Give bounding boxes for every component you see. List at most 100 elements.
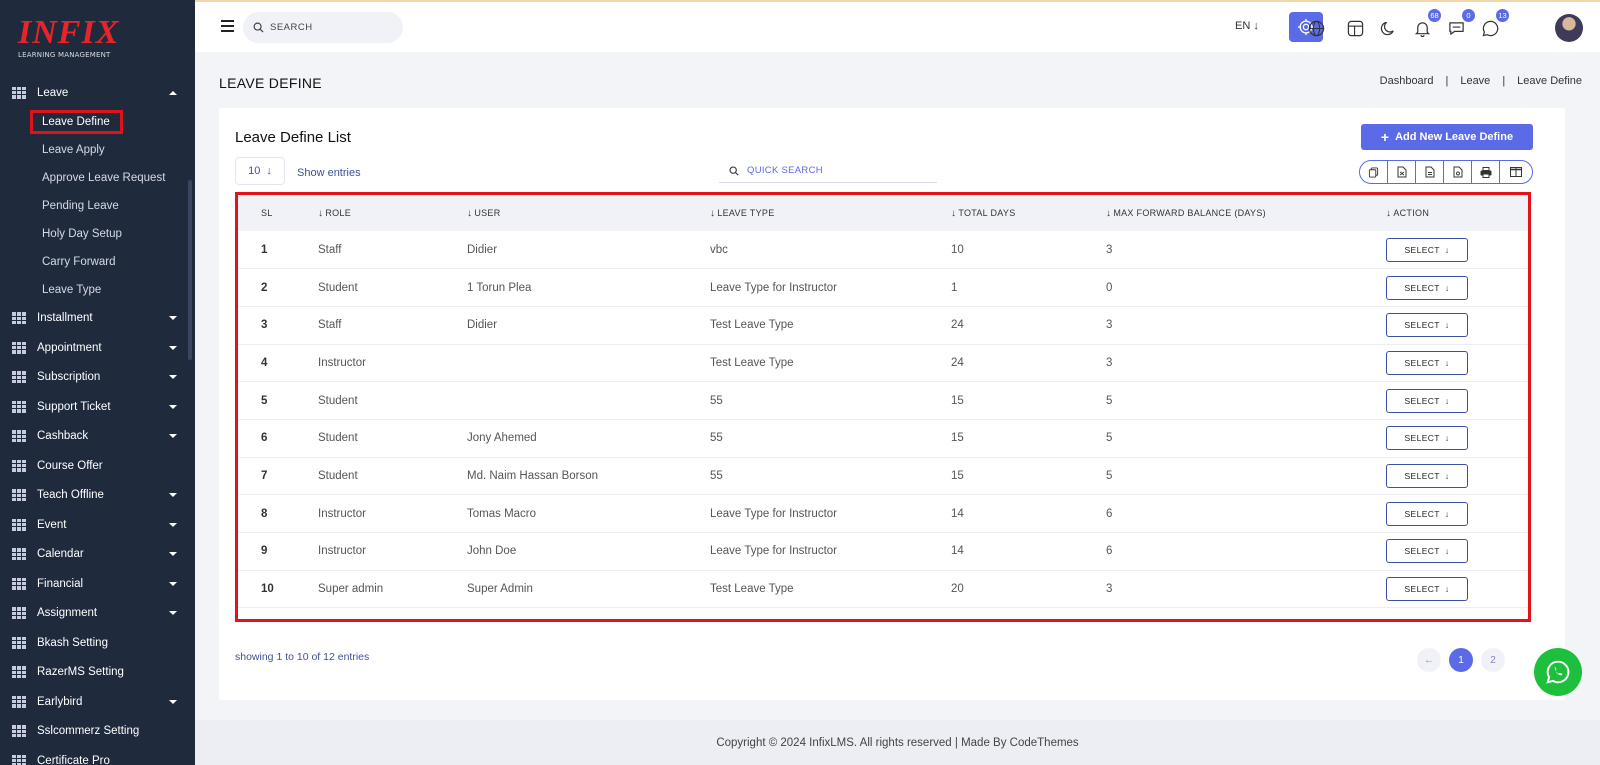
quick-search-input[interactable] <box>747 165 927 176</box>
sidebar-group-label: Certificate Pro <box>37 754 110 765</box>
table-cell: Didier <box>467 319 498 332</box>
avatar[interactable] <box>1555 14 1583 42</box>
sidebar-group-label: Calendar <box>37 548 84 561</box>
page-2-button[interactable]: 2 <box>1481 648 1505 672</box>
sidebar-group[interactable]: Cashback <box>0 422 195 452</box>
sidebar-subitem[interactable]: Leave Type <box>0 276 195 304</box>
grid-icon <box>12 430 26 443</box>
action-cell: SELECT ↓ <box>1386 344 1528 382</box>
sidebar-group[interactable]: Appointment <box>0 333 195 363</box>
dark-mode-button[interactable] <box>1375 15 1401 41</box>
print-button[interactable] <box>1472 161 1500 183</box>
add-new-leave-define-button[interactable]: + Add New Leave Define <box>1361 124 1533 150</box>
sidebar-group[interactable]: Teach Offline <box>0 481 195 511</box>
select-action-button[interactable]: SELECT ↓ <box>1386 577 1468 602</box>
sidebar-subitem-label: Carry Forward <box>42 255 116 268</box>
sidebar-subitem[interactable]: Carry Forward <box>0 248 195 276</box>
breadcrumb-dashboard[interactable]: Dashboard <box>1380 75 1434 87</box>
copy-button[interactable] <box>1360 161 1388 183</box>
sidebar-subitem[interactable]: Leave Apply <box>0 136 195 164</box>
caret-down-icon <box>169 552 177 557</box>
select-action-button[interactable]: SELECT ↓ <box>1386 463 1468 488</box>
table-cell <box>467 344 710 382</box>
table-row: 3 Staff Didier Test Leave Type 24 3 SELECT ↓ <box>238 306 1528 345</box>
breadcrumb-leave[interactable]: Leave <box>1460 75 1490 87</box>
table-cell <box>467 382 710 420</box>
chat-button[interactable]: 13 <box>1477 9 1509 41</box>
globe-link[interactable] <box>1308 15 1334 41</box>
sidebar-group-label: Sslcommerz Setting <box>37 725 140 738</box>
caret-down-icon <box>169 493 177 498</box>
arrow-down-icon: ↓ <box>1444 546 1450 557</box>
layout-button[interactable] <box>1342 15 1368 41</box>
table-row: 4 Instructor Test Leave Type 24 3 SELECT ↓ <box>238 344 1528 382</box>
select-action-button[interactable]: SELECT ↓ <box>1386 313 1468 338</box>
sidebar-group[interactable]: Subscription <box>0 363 195 393</box>
csv-button[interactable] <box>1416 161 1444 183</box>
sort-arrow-icon: ↓ <box>318 207 324 219</box>
sidebar-group[interactable]: Assignment <box>0 599 195 629</box>
column-header-total-days[interactable]: ↓ TOTAL DAYS <box>951 195 1106 231</box>
arrow-left-icon: ← <box>1424 654 1434 666</box>
sidebar-group[interactable]: Certificate Pro <box>0 746 195 765</box>
sidebar-subitem-label: Leave Type <box>42 283 102 296</box>
select-label: SELECT <box>1404 470 1440 481</box>
notifications-button[interactable]: 68 <box>1409 9 1441 41</box>
select-action-button[interactable]: SELECT ↓ <box>1386 275 1468 300</box>
sidebar-subitem[interactable]: Leave Define <box>0 108 195 136</box>
select-action-button[interactable]: SELECT ↓ <box>1386 539 1468 564</box>
table-cell: 24 <box>951 319 964 332</box>
whatsapp-chat-button[interactable] <box>1534 648 1582 696</box>
sidebar-group[interactable]: Support Ticket <box>0 392 195 422</box>
action-cell: SELECT ↓ <box>1386 231 1528 269</box>
search-input[interactable] <box>270 22 390 33</box>
table-cell: 14 <box>951 545 964 558</box>
select-action-button[interactable]: SELECT ↓ <box>1386 426 1468 451</box>
file-excel-icon <box>1397 166 1406 178</box>
page-1-button[interactable]: 1 <box>1449 648 1473 672</box>
sidebar-scrollbar[interactable] <box>188 180 192 360</box>
sidebar-group[interactable]: RazerMS Setting <box>0 658 195 688</box>
sidebar-subitem[interactable]: Holy Day Setup <box>0 220 195 248</box>
column-header-action[interactable]: ↓ ACTION <box>1386 195 1528 231</box>
column-header-user[interactable]: ↓ USER <box>467 195 710 231</box>
columns-button[interactable] <box>1500 161 1532 183</box>
select-action-button[interactable]: SELECT ↓ <box>1386 501 1468 526</box>
sidebar-group[interactable]: Financial <box>0 569 195 599</box>
action-cell: SELECT ↓ <box>1386 382 1528 420</box>
sidebar-group[interactable]: Bkash Setting <box>0 628 195 658</box>
sidebar-group[interactable]: Calendar <box>0 540 195 570</box>
sidebar-group[interactable]: Earlybird <box>0 687 195 717</box>
caret-down-icon <box>169 404 177 409</box>
table-cell: 5 <box>1106 432 1113 445</box>
grid-icon <box>12 577 26 590</box>
grid-icon <box>12 666 26 679</box>
sidebar-group-leave[interactable]: Leave <box>0 78 195 108</box>
column-header-sl[interactable]: SL <box>238 195 318 231</box>
column-header-role[interactable]: ↓ ROLE <box>318 195 467 231</box>
messages-button[interactable]: 0 <box>1443 9 1475 41</box>
select-action-button[interactable]: SELECT ↓ <box>1386 237 1468 262</box>
sidebar-subitem[interactable]: Pending Leave <box>0 192 195 220</box>
pdf-button[interactable] <box>1444 161 1472 183</box>
search-box[interactable] <box>243 12 403 43</box>
select-action-button[interactable]: SELECT ↓ <box>1386 388 1468 413</box>
column-header-leave-type[interactable]: ↓ LEAVE TYPE <box>710 195 951 231</box>
logo[interactable]: INFIX LEARNING MANAGEMENT <box>0 0 195 80</box>
sidebar-subitem[interactable]: Approve Leave Request <box>0 164 195 192</box>
select-action-button[interactable]: SELECT ↓ <box>1386 350 1468 375</box>
page-size-select[interactable]: 10 ↓ <box>235 157 285 185</box>
table-cell: Instructor <box>318 545 366 558</box>
menu-icon[interactable] <box>221 20 234 32</box>
previous-page-button[interactable]: ← <box>1417 648 1441 672</box>
language-select[interactable]: EN ↓ <box>1235 20 1259 32</box>
sidebar-group[interactable]: Course Offer <box>0 451 195 481</box>
excel-button[interactable] <box>1388 161 1416 183</box>
grid-icon <box>12 518 26 531</box>
sidebar-group[interactable]: Installment <box>0 304 195 334</box>
top-bar: EN ↓ 68 0 13 <box>195 0 1600 52</box>
column-header-max-forward[interactable]: ↓ MAX FORWARD BALANCE (DAYS) <box>1106 195 1386 231</box>
quick-search[interactable] <box>719 159 937 183</box>
sidebar-group[interactable]: Sslcommerz Setting <box>0 717 195 747</box>
sidebar-group[interactable]: Event <box>0 510 195 540</box>
